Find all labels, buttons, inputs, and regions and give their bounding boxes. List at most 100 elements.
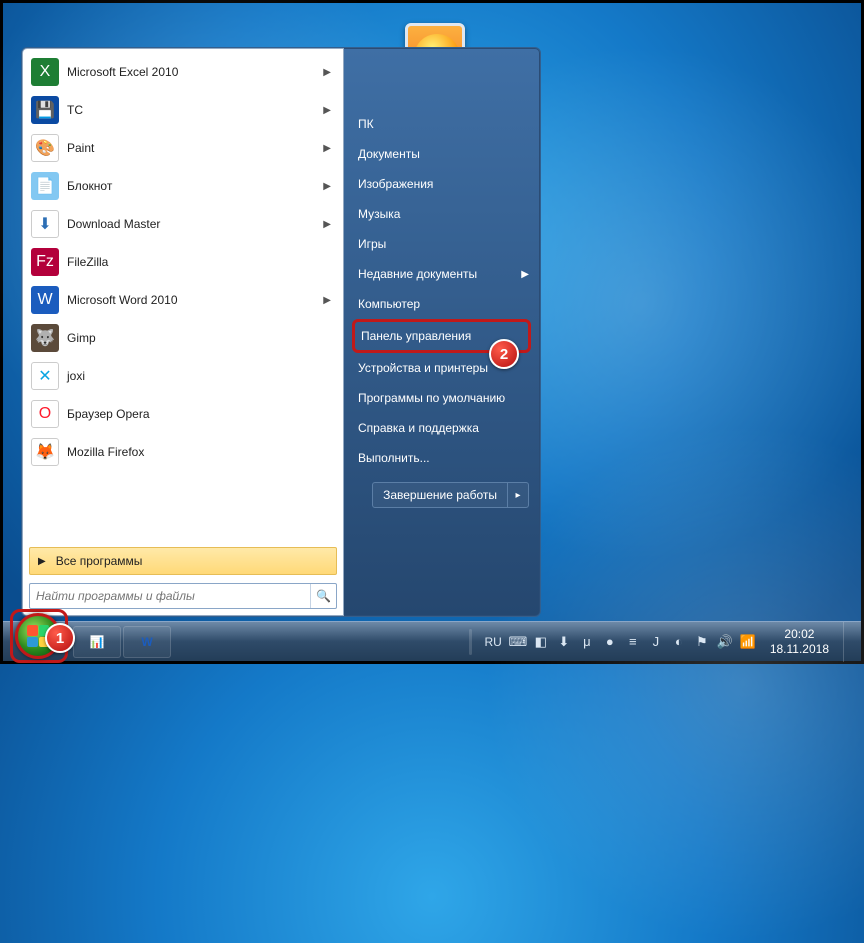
taskbar-pinned-apps: 📊 W — [73, 626, 171, 658]
right-menu-label: Программы по умолчанию — [358, 391, 505, 405]
right-menu-item[interactable]: Выполнить... — [344, 443, 539, 473]
program-icon: X — [31, 58, 59, 86]
right-menu-label: Игры — [358, 237, 386, 251]
program-item[interactable]: W Microsoft Word 2010▶ — [25, 281, 341, 319]
tray-icon[interactable]: ⬇ — [556, 634, 572, 650]
program-icon: 🎨 — [31, 134, 59, 162]
program-item[interactable]: X Microsoft Excel 2010▶ — [25, 53, 341, 91]
right-menu-label: Панель управления — [361, 329, 471, 343]
right-menu-item[interactable]: Программы по умолчанию — [344, 383, 539, 413]
tray-icon[interactable]: J — [648, 634, 664, 650]
language-indicator[interactable]: RU — [484, 635, 501, 649]
program-label: Download Master — [67, 217, 323, 231]
right-menu-label: Документы — [358, 147, 420, 161]
right-menu-label: Компьютер — [358, 297, 420, 311]
right-menu-label: Музыка — [358, 207, 400, 221]
taskbar-app-word[interactable]: W — [123, 626, 171, 658]
flyout-arrow-icon: ▶ — [323, 105, 331, 116]
right-menu-label: Недавние документы — [358, 267, 477, 281]
right-menu-item[interactable]: Компьютер — [344, 289, 539, 319]
program-item[interactable]: Fz FileZilla — [25, 243, 341, 281]
clock-date: 18.11.2018 — [770, 642, 829, 656]
program-icon: Fz — [31, 248, 59, 276]
right-menu-item[interactable]: Документы — [344, 139, 539, 169]
shutdown-row: Завершение работы ▸ — [354, 481, 529, 509]
search-icon[interactable]: 🔍 — [310, 584, 336, 608]
program-label: Браузер Opera — [67, 407, 335, 421]
program-icon: 🐺 — [31, 324, 59, 352]
tray-icon[interactable]: ● — [602, 634, 618, 650]
shutdown-options-arrow[interactable]: ▸ — [508, 490, 528, 501]
tray-icon[interactable]: ◧ — [533, 634, 549, 650]
taskbar-app-taskmanager[interactable]: 📊 — [73, 626, 121, 658]
tray-icon[interactable]: ⚑ — [694, 634, 710, 650]
program-label: Gimp — [67, 331, 335, 345]
right-menu-item[interactable]: Музыка — [344, 199, 539, 229]
program-icon: 📄 — [31, 172, 59, 200]
flyout-arrow-icon: ▶ — [323, 181, 331, 192]
all-programs-label: Все программы — [56, 554, 143, 568]
program-list: XMicrosoft Excel 2010▶💾TC▶🎨Paint▶📄Блокно… — [23, 49, 343, 545]
callout-badge-2: 2 — [489, 339, 519, 369]
program-label: TC — [67, 103, 323, 117]
flyout-arrow-icon: ▶ — [323, 295, 331, 306]
search-box[interactable]: 🔍 — [29, 583, 337, 609]
right-menu-label: Изображения — [358, 177, 433, 191]
tray-icons: ⌨ ◧ ⬇ μ ● ≡ J ◐ ⚑ 🔊 📶 — [510, 634, 756, 650]
right-menu-label: Справка и поддержка — [358, 421, 479, 435]
start-left-panel: XMicrosoft Excel 2010▶💾TC▶🎨Paint▶📄Блокно… — [22, 48, 344, 616]
program-item[interactable]: 📄 Блокнот▶ — [25, 167, 341, 205]
start-right-panel: ПК Документы Изображения Музыка Игры Недавние… — [344, 48, 540, 616]
program-label: Microsoft Word 2010 — [67, 293, 323, 307]
program-label: joxi — [67, 369, 335, 383]
flyout-arrow-icon: ▶ — [323, 67, 331, 78]
search-input[interactable] — [30, 584, 310, 608]
arrow-right-icon: ▶ — [38, 556, 46, 567]
flyout-arrow-icon: ▶ — [323, 219, 331, 230]
shutdown-label[interactable]: Завершение работы — [373, 483, 508, 507]
clock[interactable]: 20:02 18.11.2018 — [770, 627, 829, 656]
clock-time: 20:02 — [770, 627, 829, 641]
start-menu: XMicrosoft Excel 2010▶💾TC▶🎨Paint▶📄Блокно… — [21, 47, 541, 617]
tray-icon[interactable]: ⌨ — [510, 634, 526, 650]
program-label: Microsoft Excel 2010 — [67, 65, 323, 79]
program-icon: ✕ — [31, 362, 59, 390]
program-item[interactable]: 🐺 Gimp — [25, 319, 341, 357]
program-item[interactable]: 🎨 Paint▶ — [25, 129, 341, 167]
tray-icon[interactable]: ≡ — [625, 634, 641, 650]
program-icon: O — [31, 400, 59, 428]
tray-icon[interactable]: 📶 — [740, 634, 756, 650]
program-label: FileZilla — [67, 255, 335, 269]
program-icon: 💾 — [31, 96, 59, 124]
tray-icon[interactable]: ◐ — [671, 634, 687, 650]
right-menu-item[interactable]: Справка и поддержка — [344, 413, 539, 443]
tray-icon[interactable]: μ — [579, 634, 595, 650]
program-item[interactable]: 🦊Mozilla Firefox — [25, 433, 341, 471]
flyout-arrow-icon: ▶ — [323, 143, 331, 154]
program-item[interactable]: ⬇ Download Master▶ — [25, 205, 341, 243]
right-menu-label: Устройства и принтеры — [358, 361, 488, 375]
right-menu-item[interactable]: Изображения — [344, 169, 539, 199]
right-menu-item[interactable]: Игры — [344, 229, 539, 259]
tray-divider — [469, 629, 472, 655]
right-menu-list: ПК Документы Изображения Музыка Игры Недавние… — [344, 109, 539, 473]
show-desktop-button[interactable] — [843, 622, 855, 662]
tray-icon[interactable]: 🔊 — [717, 634, 733, 650]
program-label: Paint — [67, 141, 323, 155]
shutdown-button[interactable]: Завершение работы ▸ — [372, 482, 529, 508]
program-icon: ⬇ — [31, 210, 59, 238]
right-menu-item[interactable]: ПК — [344, 109, 539, 139]
taskbar: 📊 W RU ⌨ ◧ ⬇ μ ● ≡ J ◐ ⚑ 🔊 📶 20:02 18.11.2018 — [3, 621, 861, 661]
all-programs-button[interactable]: ▶ Все программы — [29, 547, 337, 575]
program-icon: 🦊 — [31, 438, 59, 466]
program-item[interactable]: O Браузер Opera — [25, 395, 341, 433]
avatar-spacer — [344, 49, 539, 109]
program-icon: W — [31, 286, 59, 314]
right-menu-label: Выполнить... — [358, 451, 430, 465]
system-tray: RU ⌨ ◧ ⬇ μ ● ≡ J ◐ ⚑ 🔊 📶 20:02 18.11.2018 — [465, 622, 861, 661]
right-menu-item[interactable]: Недавние документы ▶ — [344, 259, 539, 289]
program-label: Блокнот — [67, 179, 323, 193]
flyout-arrow-icon: ▶ — [521, 269, 529, 280]
program-item[interactable]: 💾 TC▶ — [25, 91, 341, 129]
program-item[interactable]: ✕ joxi — [25, 357, 341, 395]
